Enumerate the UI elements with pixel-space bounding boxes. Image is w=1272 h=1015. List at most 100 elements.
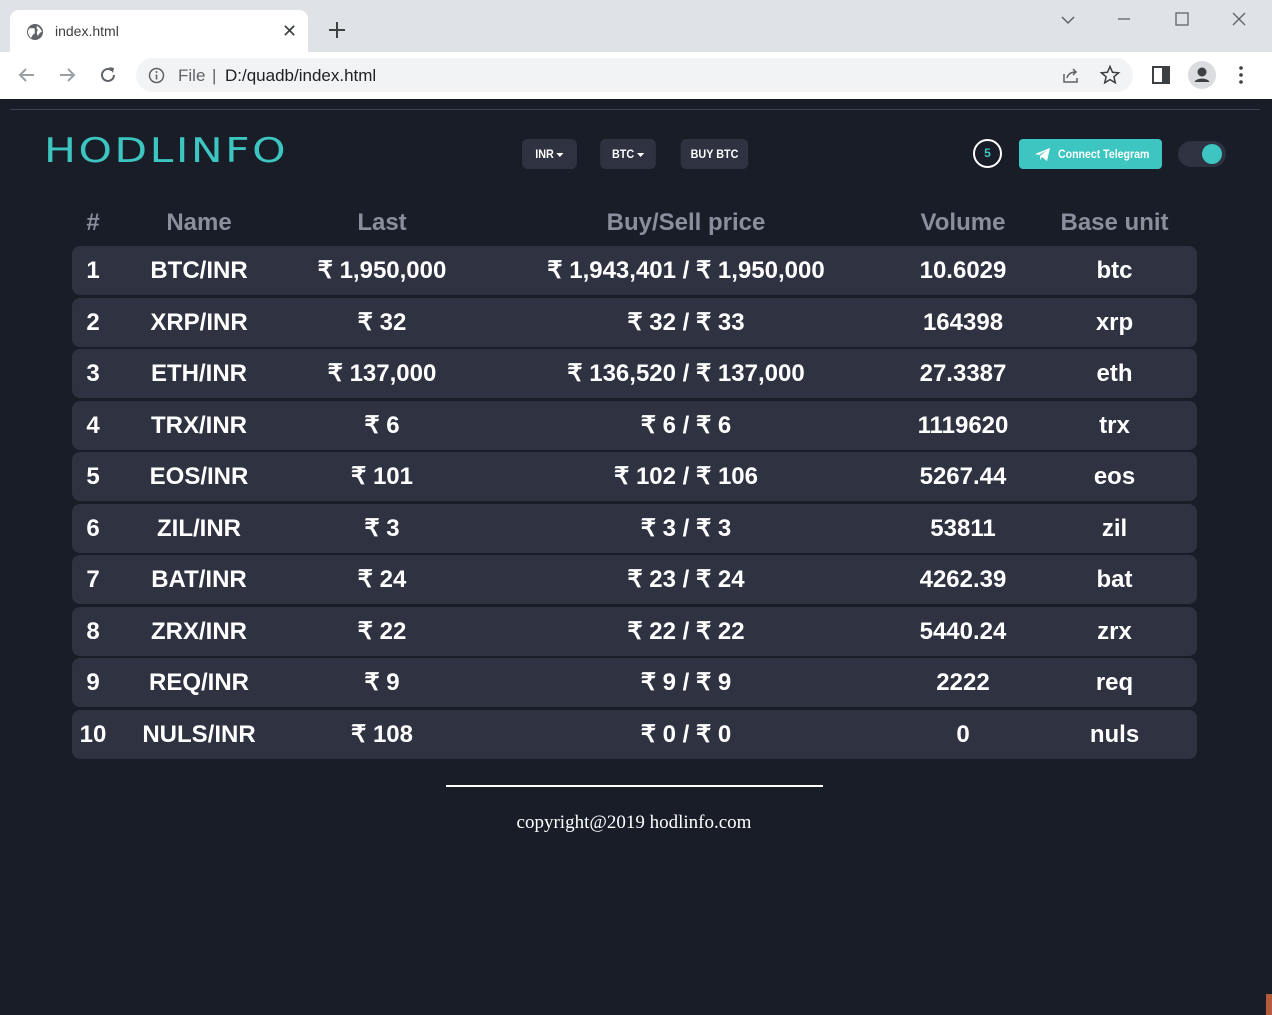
address-separator: | (212, 66, 217, 85)
close-window-icon[interactable] (1229, 10, 1249, 30)
info-icon[interactable] (148, 67, 165, 84)
connect-telegram-button[interactable]: Connect Telegram (1019, 139, 1162, 169)
telegram-button-label: Connect Telegram (1058, 147, 1150, 161)
row-last-price: ₹ 108 (351, 720, 413, 748)
row-buy-sell-price: ₹ 0 / ₹ 0 (640, 720, 732, 748)
footer-divider (446, 785, 823, 787)
table-row: 8 ZRX/INR ₹ 22 ₹ 22 / ₹ 22 5440.24 zrx (72, 606, 1197, 656)
row-last-price: ₹ 3 (364, 514, 400, 542)
row-volume: 164398 (922, 308, 1004, 336)
bookmark-star-icon[interactable] (1099, 64, 1121, 86)
row-name: NULS/INR (142, 720, 256, 748)
row-buy-sell-price: ₹ 3 / ₹ 3 (640, 514, 732, 542)
page-content: HODLINFO INR BTC BUY BTC 5 Connect Teleg… (0, 99, 1272, 1015)
column-header-volume: Volume (920, 209, 1006, 236)
row-name: ETH/INR (151, 360, 247, 387)
table-row: 9 REQ/INR ₹ 9 ₹ 9 / ₹ 9 2222 req (72, 658, 1197, 707)
row-index: 5 (86, 463, 100, 490)
back-icon[interactable] (16, 64, 38, 86)
side-panel-icon[interactable] (1149, 63, 1173, 87)
row-last-price: ₹ 6 (364, 411, 400, 439)
chevron-down-icon (636, 152, 645, 157)
row-index: 4 (86, 411, 100, 439)
table-row: 5 EOS/INR ₹ 101 ₹ 102 / ₹ 106 5267.44 eo… (72, 452, 1197, 501)
row-volume: 0 (956, 720, 970, 748)
row-volume: 2222 (936, 669, 990, 696)
theme-toggle[interactable] (1178, 141, 1226, 167)
currency-select-label: INR (535, 147, 554, 161)
table-row: 7 BAT/INR ₹ 24 ₹ 23 / ₹ 24 4262.39 bat (72, 555, 1197, 604)
row-last-price: ₹ 9 (364, 669, 400, 696)
column-header-last: Last (357, 209, 407, 236)
row-index: 8 (86, 617, 100, 645)
maximize-icon[interactable] (1172, 10, 1192, 30)
row-buy-sell-price: ₹ 22 / ₹ 22 (627, 617, 745, 645)
reload-icon[interactable] (97, 64, 119, 86)
row-index: 1 (86, 257, 100, 284)
address-bar[interactable]: File | D:/quadb/index.html (136, 58, 1133, 92)
row-buy-sell-price: ₹ 9 / ₹ 9 (640, 669, 732, 696)
tab-search-icon[interactable] (1058, 10, 1078, 30)
buy-btc-button[interactable]: BUY BTC (680, 139, 749, 169)
table-row: 3 ETH/INR ₹ 137,000 ₹ 136,520 / ₹ 137,00… (72, 349, 1197, 398)
table-row: 2 XRP/INR ₹ 32 ₹ 32 / ₹ 33 164398 xrp (72, 297, 1197, 347)
row-name: BAT/INR (151, 566, 247, 593)
new-tab-icon[interactable] (325, 18, 349, 42)
coin-select-label: BTC (611, 147, 635, 161)
row-base-unit: zrx (1097, 617, 1132, 645)
refresh-timer: 5 (973, 139, 1002, 168)
row-base-unit: xrp (1095, 308, 1134, 336)
forward-icon[interactable] (56, 64, 78, 86)
ticker-table: 1 BTC/INR ₹ 1,950,000 ₹ 1,943,401 / ₹ 1,… (72, 246, 1197, 761)
row-buy-sell-price: ₹ 32 / ₹ 33 (627, 308, 745, 336)
row-base-unit: eos (1093, 463, 1136, 490)
row-volume: 10.6029 (919, 257, 1007, 284)
row-index: 7 (86, 566, 100, 593)
row-name: REQ/INR (148, 669, 249, 696)
column-header-name: Name (166, 209, 232, 236)
row-buy-sell-price: ₹ 1,943,401 / ₹ 1,950,000 (547, 257, 825, 284)
menu-kebab-icon[interactable] (1229, 63, 1253, 87)
row-base-unit: trx (1099, 411, 1130, 439)
hodlinfo-logo[interactable]: HODLINFO (44, 131, 288, 171)
column-header-buy-sell: Buy/Sell price (606, 209, 766, 236)
row-volume: 4262.39 (919, 566, 1007, 593)
telegram-plane-icon (1035, 148, 1050, 161)
row-base-unit: nuls (1089, 720, 1140, 748)
row-buy-sell-price: ₹ 102 / ₹ 106 (614, 463, 758, 490)
chevron-down-icon (556, 152, 564, 157)
table-row: 1 BTC/INR ₹ 1,950,000 ₹ 1,943,401 / ₹ 1,… (72, 246, 1197, 295)
toggle-knob (1202, 144, 1222, 164)
row-name: EOS/INR (149, 463, 249, 490)
row-volume: 53811 (930, 514, 996, 542)
scrollbar-corner (1266, 994, 1272, 1015)
table-row: 4 TRX/INR ₹ 6 ₹ 6 / ₹ 6 1119620 trx (72, 400, 1197, 450)
row-index: 3 (86, 360, 100, 387)
row-base-unit: req (1095, 669, 1134, 696)
address-scheme: File (178, 66, 206, 85)
tab-title: index.html (55, 23, 119, 39)
row-volume: 5440.24 (919, 617, 1007, 645)
row-name: ZIL/INR (157, 514, 241, 542)
row-name: XRP/INR (150, 308, 248, 336)
browser-toolbar: File | D:/quadb/index.html (0, 52, 1272, 99)
column-header-base-unit: Base unit (1060, 209, 1169, 236)
browser-tab-strip: index.html ✕ (0, 0, 1272, 52)
row-index: 9 (86, 669, 100, 696)
currency-select[interactable]: INR (522, 139, 577, 169)
share-icon[interactable] (1061, 65, 1081, 85)
globe-icon (27, 24, 43, 40)
address-url[interactable]: D:/quadb/index.html (225, 66, 376, 86)
row-last-price: ₹ 1,950,000 (317, 257, 447, 284)
table-row: 6 ZIL/INR ₹ 3 ₹ 3 / ₹ 3 53811 zil (72, 503, 1197, 553)
tab-close-icon[interactable]: ✕ (282, 21, 297, 41)
column-header-index: # (86, 209, 100, 236)
profile-avatar-icon[interactable] (1188, 61, 1216, 89)
minimize-icon[interactable] (1114, 10, 1134, 30)
copyright-text: copyright@2019 hodlinfo.com (516, 812, 752, 833)
row-buy-sell-price: ₹ 23 / ₹ 24 (627, 566, 745, 593)
row-name: BTC/INR (150, 257, 248, 284)
row-base-unit: bat (1096, 566, 1133, 593)
coin-select[interactable]: BTC (600, 139, 656, 169)
browser-tab[interactable]: index.html ✕ (10, 10, 308, 52)
